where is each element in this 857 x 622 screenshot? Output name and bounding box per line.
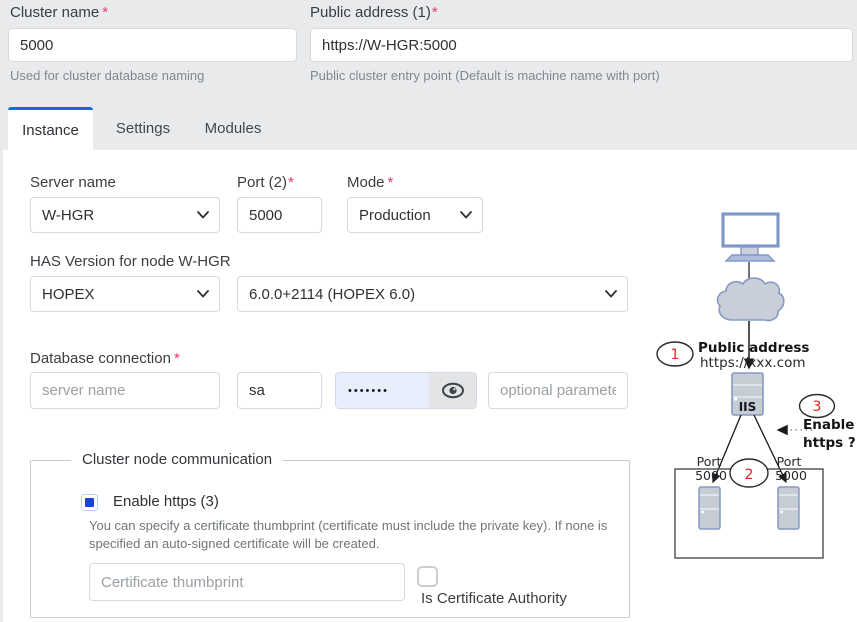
cluster-name-helper: Used for cluster database naming xyxy=(10,68,204,83)
iis-server-icon: IIS xyxy=(732,373,763,415)
enable-https-annotation-line2: https ? xyxy=(803,435,856,451)
cluster-name-input[interactable] xyxy=(8,28,297,62)
required-asterisk: * xyxy=(288,174,294,191)
required-asterisk: * xyxy=(102,4,108,21)
enable-https-checkbox[interactable] xyxy=(81,494,98,511)
has-version-label: HAS Version for node W-HGR xyxy=(30,253,231,270)
port-left-label: Port xyxy=(697,454,722,469)
tab-instance-label: Instance xyxy=(22,122,79,139)
certificate-hint-line1: You can specify a certificate thumbprint… xyxy=(89,518,607,533)
public-address-url: https://xxx.com xyxy=(700,355,805,371)
has-version-select[interactable]: 6.0.0+2114 (HOPEX 6.0) xyxy=(237,276,628,312)
port-right-label: Port xyxy=(777,454,802,469)
required-asterisk: * xyxy=(432,4,438,21)
chevron-down-icon xyxy=(197,290,209,298)
database-connection-label-text: Database connection xyxy=(30,350,171,367)
db-password-group: ••••••• xyxy=(335,372,477,409)
checkbox-checked-mark xyxy=(85,498,94,507)
public-address-helper: Public cluster entry point (Default is m… xyxy=(310,68,660,83)
server-name-value: W-HGR xyxy=(42,207,94,224)
has-product-value: HOPEX xyxy=(42,286,95,303)
client-monitor-icon xyxy=(723,214,778,261)
database-connection-label: Database connection* xyxy=(30,350,180,367)
is-certificate-authority-checkbox[interactable] xyxy=(417,566,438,587)
port-input[interactable] xyxy=(237,197,322,233)
has-product-select[interactable]: HOPEX xyxy=(30,276,220,312)
cluster-node-communication-legend: Cluster node communication xyxy=(71,451,283,468)
public-address-label: Public address (1)* xyxy=(310,4,438,21)
public-address-title: Public address xyxy=(698,340,809,356)
cluster-name-label-text: Cluster name xyxy=(10,4,99,21)
node1-server-icon xyxy=(699,487,720,529)
cluster-config-page: Cluster name* Used for cluster database … xyxy=(0,0,857,622)
enable-https-annotation-line1: Enable xyxy=(803,417,854,433)
mode-value: Production xyxy=(359,207,431,224)
has-version-value: 6.0.0+2114 (HOPEX 6.0) xyxy=(249,286,415,303)
mode-select[interactable]: Production xyxy=(347,197,483,233)
db-optional-input[interactable] xyxy=(488,372,628,409)
step3-number: 3 xyxy=(813,399,822,415)
is-certificate-authority-label: Is Certificate Authority xyxy=(421,590,567,607)
db-password-input[interactable]: ••••••• xyxy=(336,373,429,408)
cluster-name-label: Cluster name* xyxy=(10,4,108,21)
mode-label-text: Mode xyxy=(347,174,385,191)
cluster-node-communication-group: Cluster node communication Enable https … xyxy=(30,460,630,618)
tab-modules[interactable]: Modules xyxy=(193,107,273,150)
db-user-input[interactable] xyxy=(237,372,322,409)
db-server-input[interactable] xyxy=(30,372,220,409)
iis-label: IIS xyxy=(739,400,757,414)
tab-settings-label: Settings xyxy=(116,120,170,137)
eye-icon xyxy=(441,382,465,399)
required-asterisk: * xyxy=(174,350,180,367)
server-name-select[interactable]: W-HGR xyxy=(30,197,220,233)
chevron-down-icon xyxy=(197,211,209,219)
chevron-down-icon xyxy=(605,290,617,298)
step1-number: 1 xyxy=(671,347,680,363)
port-right-value: 5000 xyxy=(775,468,807,483)
port-label-text: Port (2) xyxy=(237,174,287,191)
required-asterisk: * xyxy=(388,174,394,191)
chevron-down-icon xyxy=(460,211,472,219)
port-label: Port (2)* xyxy=(237,174,294,191)
step2-number: 2 xyxy=(745,467,754,483)
server-name-label: Server name xyxy=(30,174,116,191)
public-address-label-text: Public address (1) xyxy=(310,4,431,21)
tab-instance[interactable]: Instance xyxy=(8,107,93,150)
node2-server-icon xyxy=(778,487,799,529)
mode-label: Mode* xyxy=(347,174,393,191)
internet-cloud-icon xyxy=(718,278,784,321)
tab-settings[interactable]: Settings xyxy=(93,107,193,150)
port-left-value: 5000 xyxy=(695,468,727,483)
show-password-button[interactable] xyxy=(429,373,476,408)
public-address-input[interactable] xyxy=(310,28,853,62)
tab-modules-label: Modules xyxy=(205,120,262,137)
architecture-diagram: 1 Public address https://xxx.com IIS 3 E… xyxy=(640,200,857,570)
enable-https-label: Enable https (3) xyxy=(113,493,219,510)
certificate-hint-line2: specified an auto-signed certificate wil… xyxy=(89,536,380,551)
certificate-thumbprint-input[interactable] xyxy=(89,563,405,601)
